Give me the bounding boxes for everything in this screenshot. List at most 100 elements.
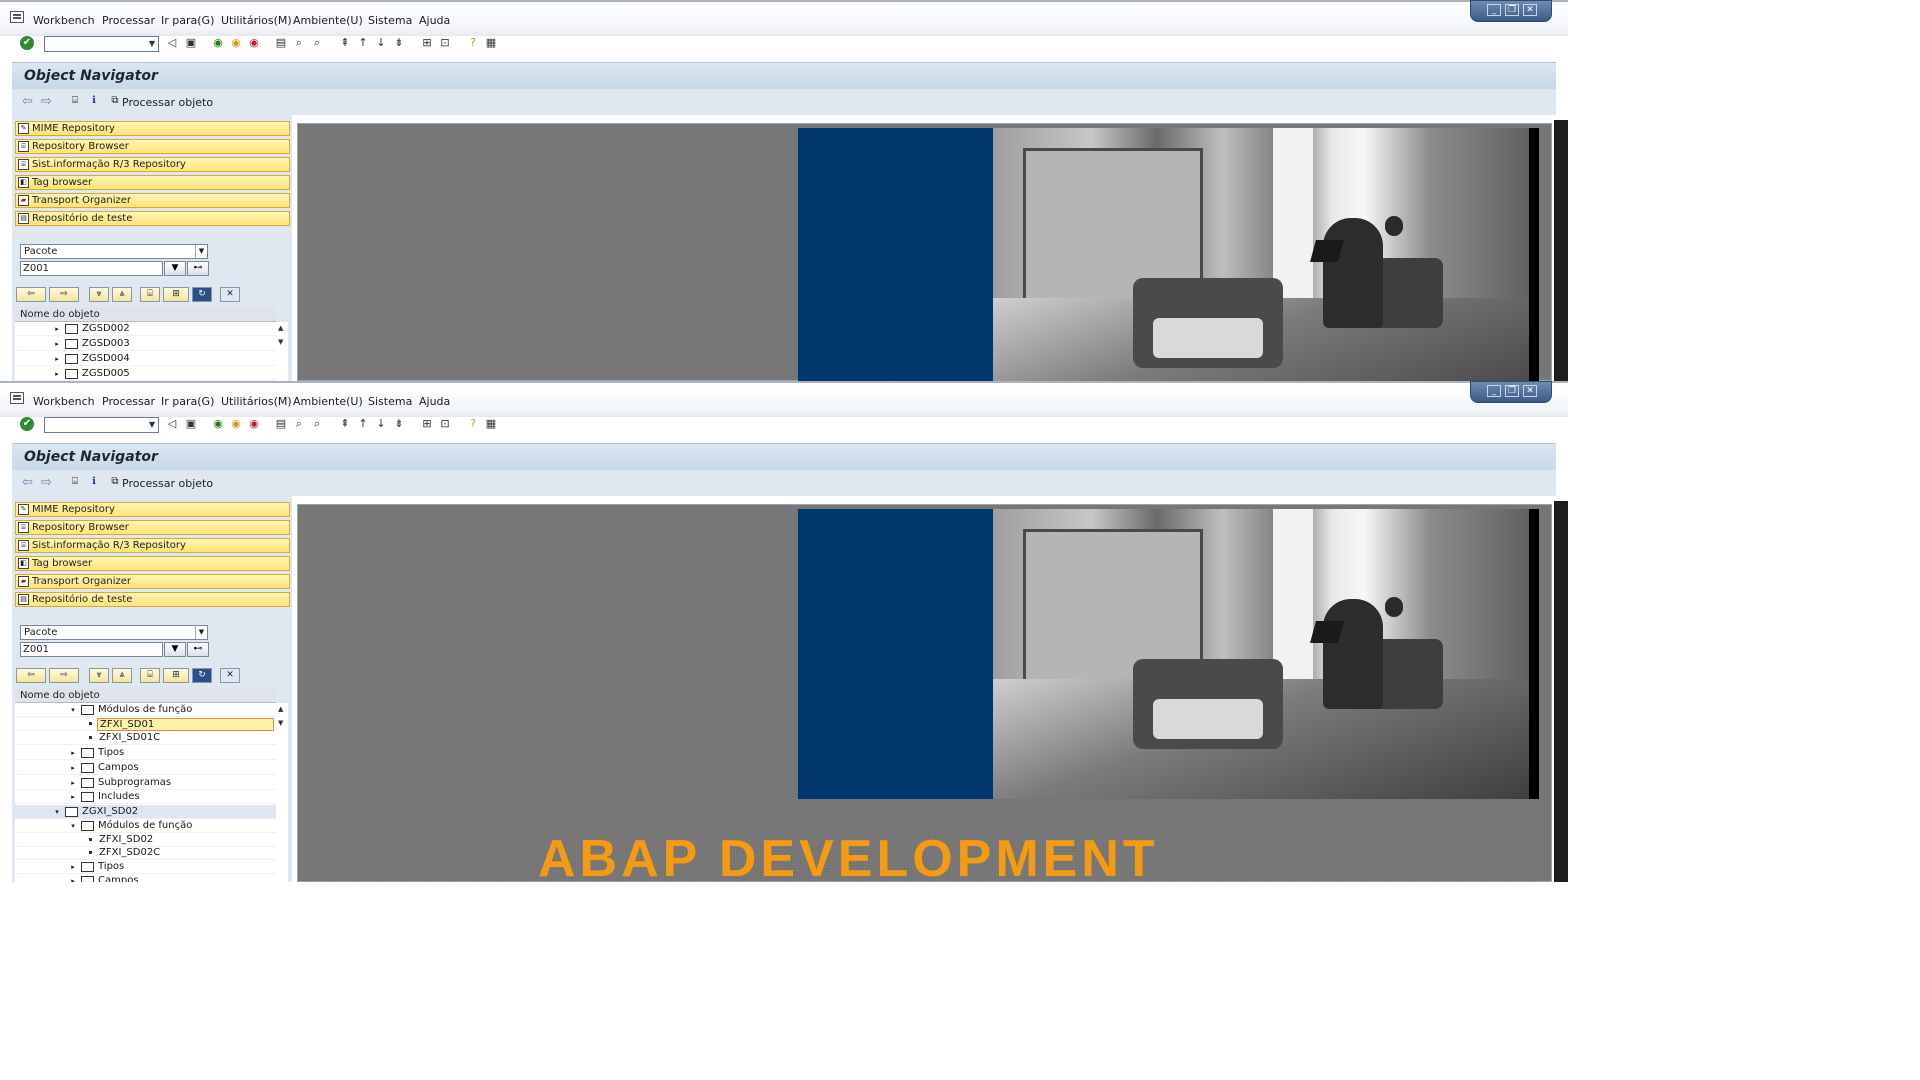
back-triangle-icon[interactable]: ◁ xyxy=(165,417,179,431)
menu-processar[interactable]: Processar xyxy=(102,395,155,408)
menu-utilitarios[interactable]: Utilitários(M) xyxy=(221,395,292,408)
create-session-icon[interactable]: ⊞ xyxy=(420,417,434,431)
save-icon[interactable]: ▣ xyxy=(184,417,198,431)
menu-ambiente[interactable]: Ambiente(U) xyxy=(293,14,363,27)
dropdown-button[interactable]: ▼ xyxy=(164,261,186,276)
restore-button[interactable]: ❐ xyxy=(1505,4,1519,16)
scroll-up-icon[interactable]: ▲ xyxy=(278,705,283,713)
repository-browser-button[interactable]: ⌸ Repository Browser xyxy=(15,520,290,535)
command-field[interactable]: ▼ xyxy=(44,36,159,52)
find-icon[interactable]: ⌕ xyxy=(292,417,306,431)
test-repository-button[interactable]: ▤ Repositório de teste xyxy=(15,592,290,607)
repository-info-system-button[interactable]: ⌸ Sist.informação R/3 Repository xyxy=(15,538,290,553)
scroll-down-icon[interactable]: ▼ xyxy=(278,719,283,727)
next-page-icon[interactable]: ↓ xyxy=(374,36,388,50)
minimize-button[interactable]: _ xyxy=(1487,4,1501,16)
tree-row[interactable]: ▾ Módulos de função xyxy=(15,703,276,717)
find-next-icon[interactable]: ⌕ xyxy=(310,36,324,50)
next-page-icon[interactable]: ↓ xyxy=(374,417,388,431)
tree-back-button[interactable]: ⇦ xyxy=(16,287,46,302)
tree-scrollbar[interactable]: ▲ ▼ xyxy=(276,703,288,882)
back-icon[interactable]: ◉ xyxy=(211,36,225,50)
tree-row[interactable]: ▸ ZGSD004 xyxy=(15,352,276,366)
display-options-button[interactable]: ⊞ xyxy=(163,287,189,302)
tree-back-button[interactable]: ⇦ xyxy=(16,668,46,683)
tree-row[interactable]: ▸ Tipos xyxy=(15,860,276,874)
hierarchy-button[interactable]: ⌸ xyxy=(140,287,160,302)
menu-ajuda[interactable]: Ajuda xyxy=(419,14,450,27)
back-arrow-icon[interactable]: ⇦ xyxy=(22,94,33,109)
scroll-up-icon[interactable]: ▲ xyxy=(278,324,283,332)
menu-ambiente[interactable]: Ambiente(U) xyxy=(293,395,363,408)
tree-row[interactable]: ▸ ZGSD002 xyxy=(15,322,276,336)
create-session-icon[interactable]: ⊞ xyxy=(420,36,434,50)
exit-icon[interactable]: ◉ xyxy=(229,417,243,431)
dropdown-button[interactable]: ▼ xyxy=(164,642,186,657)
back-triangle-icon[interactable]: ◁ xyxy=(165,36,179,50)
chevron-down-icon[interactable]: ▼ xyxy=(195,245,207,258)
menu-ir-para[interactable]: Ir para(G) xyxy=(161,395,214,408)
collapse-arrow-icon[interactable]: ▾ xyxy=(69,819,77,833)
process-object-icon[interactable]: ⧉ xyxy=(109,95,121,107)
hierarchy-icon[interactable]: ⌸ xyxy=(69,95,81,107)
print-icon[interactable]: ▤ xyxy=(274,36,288,50)
scroll-down-icon[interactable]: ▼ xyxy=(278,338,283,346)
tree-scrollbar[interactable]: ▲ ▼ xyxy=(276,322,288,381)
collapse-arrow-icon[interactable]: ▾ xyxy=(53,805,61,819)
package-input[interactable]: Z001 xyxy=(20,642,163,657)
expand-all-button[interactable]: ⩔ xyxy=(89,668,109,683)
first-page-icon[interactable]: ⇞ xyxy=(338,36,352,50)
tree-row[interactable]: ▸ ZGSD003 xyxy=(15,337,276,351)
expand-arrow-icon[interactable]: ▸ xyxy=(53,352,61,366)
tree-row[interactable]: ZFXI_SD02C xyxy=(15,846,276,860)
tree-row[interactable]: ▾ Módulos de função xyxy=(15,819,276,833)
hierarchy-icon[interactable]: ⌸ xyxy=(69,476,81,488)
tree-row-selected[interactable]: ZFXI_SD01 xyxy=(15,717,276,731)
object-type-select[interactable]: Pacote ▼ xyxy=(20,244,208,259)
info-icon[interactable]: ℹ xyxy=(88,476,100,488)
repository-browser-button[interactable]: ⌸ Repository Browser xyxy=(15,139,290,154)
expand-arrow-icon[interactable]: ▸ xyxy=(69,746,77,760)
save-icon[interactable]: ▣ xyxy=(184,36,198,50)
close-tree-button[interactable]: ✕ xyxy=(220,287,240,302)
last-page-icon[interactable]: ⇟ xyxy=(392,417,406,431)
enter-check-icon[interactable]: ✔ xyxy=(20,417,34,431)
mime-repository-button[interactable]: ✎ MIME Repository xyxy=(15,502,290,517)
tree-row[interactable]: ▸ Subprogramas xyxy=(15,776,276,790)
tree-row[interactable]: ZFXI_SD02 xyxy=(15,833,276,847)
process-object-button[interactable]: Processar objeto xyxy=(122,96,213,109)
display-glasses-button[interactable]: ⊷ xyxy=(187,261,209,276)
close-button[interactable]: ✕ xyxy=(1523,385,1537,397)
find-next-icon[interactable]: ⌕ xyxy=(310,417,324,431)
expand-arrow-icon[interactable]: ▸ xyxy=(53,322,61,336)
enter-check-icon[interactable]: ✔ xyxy=(20,36,34,50)
shortcut-icon[interactable]: ⊡ xyxy=(438,417,452,431)
tag-browser-button[interactable]: ◧ Tag browser xyxy=(15,556,290,571)
close-button[interactable]: ✕ xyxy=(1523,4,1537,16)
expand-arrow-icon[interactable]: ▸ xyxy=(53,337,61,351)
expand-arrow-icon[interactable]: ▸ xyxy=(69,761,77,775)
forward-arrow-icon[interactable]: ⇨ xyxy=(41,475,52,490)
collapse-all-button[interactable]: ⩓ xyxy=(112,668,132,683)
transport-organizer-button[interactable]: ▰ Transport Organizer xyxy=(15,193,290,208)
display-glasses-button[interactable]: ⊷ xyxy=(187,642,209,657)
expand-arrow-icon[interactable]: ▸ xyxy=(69,860,77,874)
minimize-button[interactable]: _ xyxy=(1487,385,1501,397)
cancel-icon[interactable]: ◉ xyxy=(247,36,261,50)
menu-sistema[interactable]: Sistema xyxy=(368,14,412,27)
menu-ajuda[interactable]: Ajuda xyxy=(419,395,450,408)
menu-workbench[interactable]: Workbench xyxy=(33,14,95,27)
print-icon[interactable]: ▤ xyxy=(274,417,288,431)
layout-menu-icon[interactable]: ▦ xyxy=(484,417,498,431)
menu-processar[interactable]: Processar xyxy=(102,14,155,27)
object-type-select[interactable]: Pacote ▼ xyxy=(20,625,208,640)
tree-row[interactable]: ▸ Includes xyxy=(15,790,276,804)
system-menu-icon[interactable] xyxy=(10,11,24,23)
help-icon[interactable]: ? xyxy=(466,417,480,431)
mime-repository-button[interactable]: ✎ MIME Repository xyxy=(15,121,290,136)
exit-icon[interactable]: ◉ xyxy=(229,36,243,50)
refresh-button[interactable]: ↻ xyxy=(192,287,212,302)
test-repository-button[interactable]: ▤ Repositório de teste xyxy=(15,211,290,226)
chevron-down-icon[interactable]: ▼ xyxy=(147,419,157,431)
last-page-icon[interactable]: ⇟ xyxy=(392,36,406,50)
